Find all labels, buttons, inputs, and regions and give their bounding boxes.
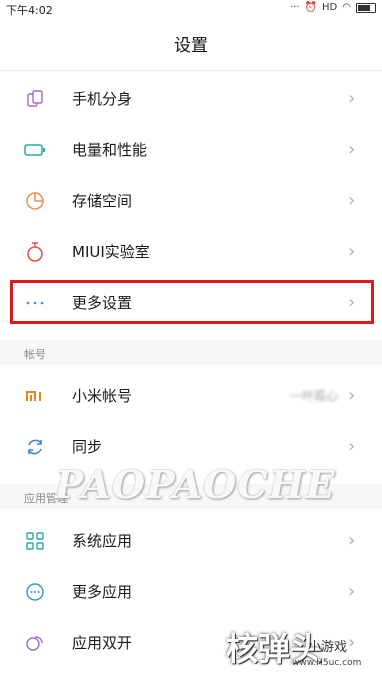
more-apps-icon xyxy=(24,581,46,603)
wifi-icon: ◠ xyxy=(342,2,351,13)
page-title: 设置 xyxy=(174,36,208,56)
settings-item-system-apps[interactable]: 系统应用 › xyxy=(0,515,382,566)
item-label: MIUI实验室 xyxy=(72,243,150,261)
battery-icon xyxy=(24,139,46,161)
chevron-right-icon: › xyxy=(348,435,356,457)
settings-item-miui-lab[interactable]: MIUI实验室 › xyxy=(0,226,382,277)
chevron-right-icon: › xyxy=(348,189,356,211)
item-label: 小米帐号 xyxy=(72,387,133,405)
flask-icon xyxy=(24,241,46,263)
brand-url: www.H5uc.com xyxy=(292,658,362,668)
brand-logo: 核弹头 小游戏 www.H5uc.com xyxy=(226,624,376,674)
highlight-box xyxy=(10,280,374,324)
mi-logo-icon xyxy=(24,385,46,407)
settings-item-mi-account[interactable]: 小米帐号 一叶孤心 › xyxy=(0,370,382,421)
section-header-account: 帐号 xyxy=(0,340,382,366)
divider xyxy=(0,70,382,71)
item-label: 电量和性能 xyxy=(72,141,148,159)
status-bar: 下午4:02 ··· ⏰ HD ◠ xyxy=(0,0,382,18)
chevron-right-icon: › xyxy=(348,240,356,262)
dual-apps-icon xyxy=(24,632,46,654)
watermark-text: PAOPAOCHE xyxy=(54,462,336,507)
pie-storage-icon xyxy=(24,190,46,212)
chevron-right-icon: › xyxy=(348,384,356,406)
item-label: 系统应用 xyxy=(72,532,133,550)
settings-item-dual-phone[interactable]: 手机分身 › xyxy=(0,73,382,124)
item-label: 更多应用 xyxy=(72,583,133,601)
alarm-icon: ⏰ xyxy=(304,2,318,13)
item-label: 手机分身 xyxy=(72,90,133,108)
item-label: 同步 xyxy=(72,438,103,456)
battery-status-icon xyxy=(356,3,376,13)
chevron-right-icon: › xyxy=(348,138,356,160)
account-name: 一叶孤心 xyxy=(289,389,338,403)
item-label: 存储空间 xyxy=(72,192,133,210)
item-label: 应用双开 xyxy=(72,634,133,652)
chevron-right-icon: › xyxy=(348,87,356,109)
settings-item-battery[interactable]: 电量和性能 › xyxy=(0,124,382,175)
title-bar: 设置 xyxy=(0,28,382,68)
hd-signal-icon: HD xyxy=(322,2,338,13)
chevron-right-icon: › xyxy=(348,580,356,602)
settings-item-storage[interactable]: 存储空间 › xyxy=(0,175,382,226)
grid-apps-icon xyxy=(24,530,46,552)
status-icons: ··· ⏰ HD ◠ xyxy=(290,2,376,14)
section-title: 帐号 xyxy=(24,348,46,361)
signal-dots-icon: ··· xyxy=(290,2,300,13)
chevron-right-icon: › xyxy=(348,529,356,551)
settings-item-more-apps[interactable]: 更多应用 › xyxy=(0,566,382,617)
brand-sub: 小游戏 xyxy=(308,640,348,655)
sync-icon xyxy=(24,436,46,458)
status-time: 下午4:02 xyxy=(6,4,53,17)
dual-phone-icon xyxy=(24,88,46,110)
